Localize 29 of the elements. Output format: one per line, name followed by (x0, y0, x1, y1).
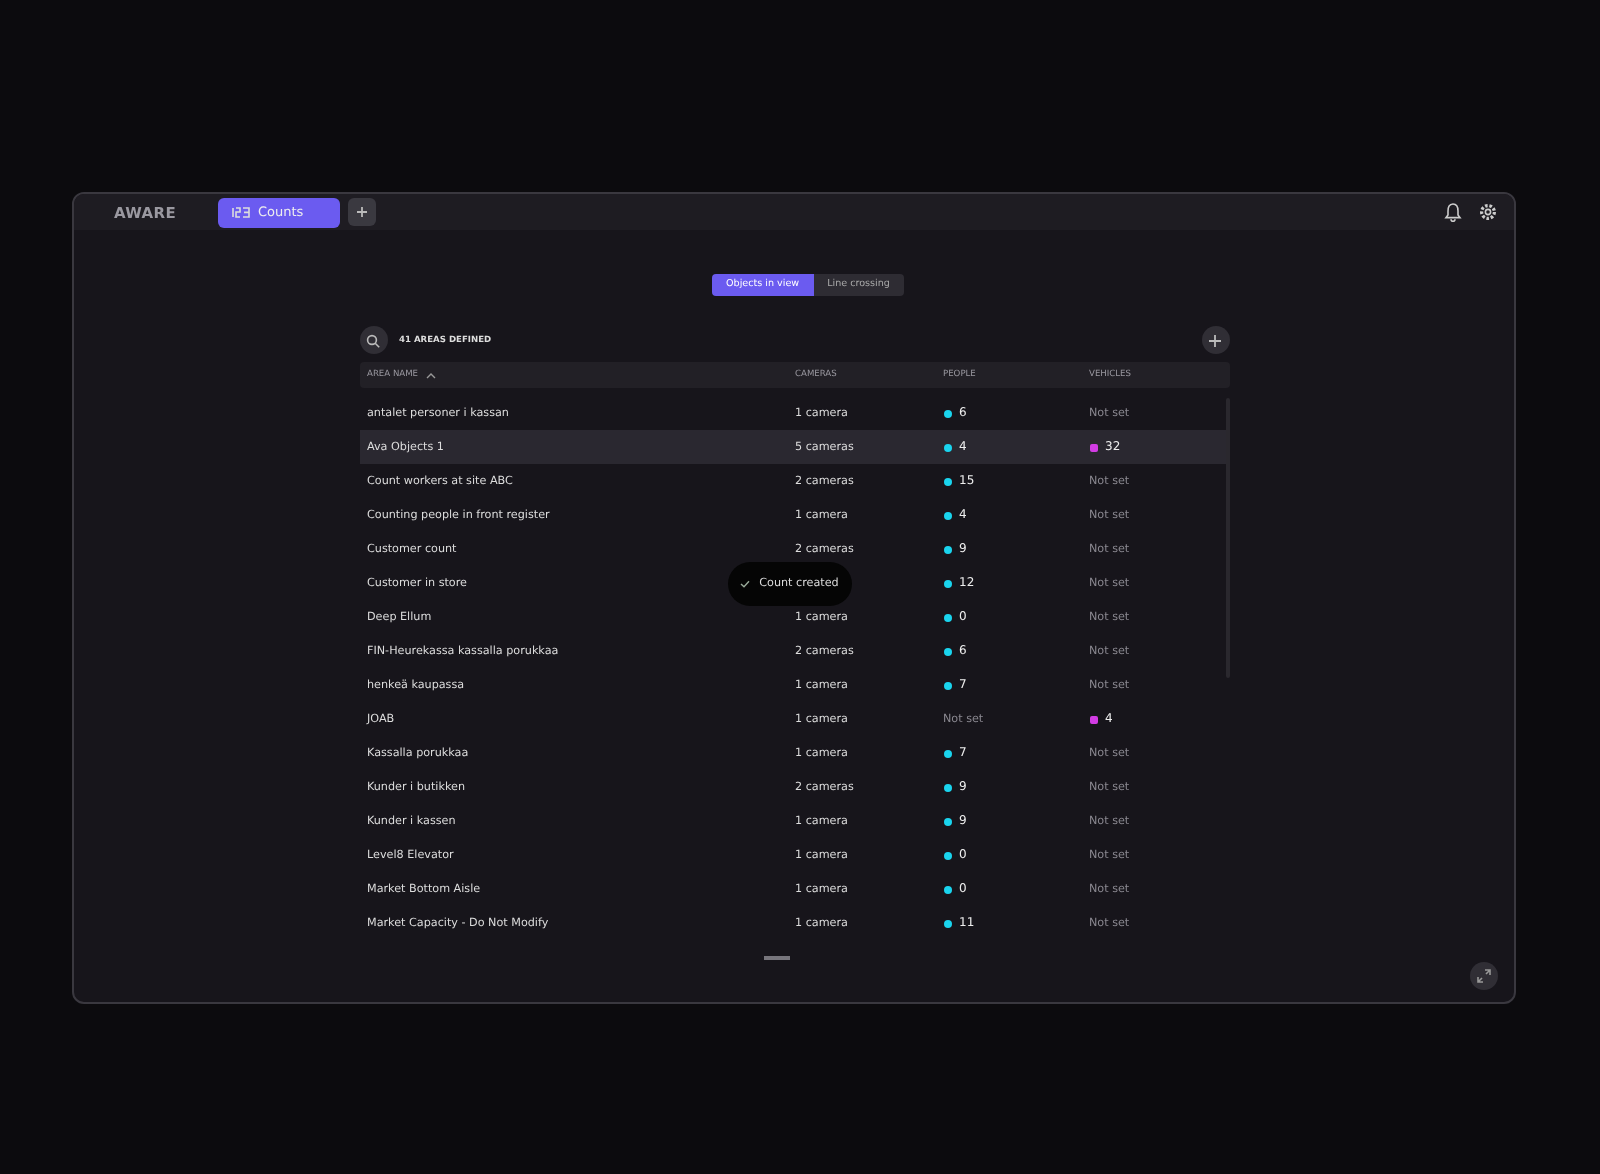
people-dot (943, 511, 951, 519)
expand-button[interactable] (1470, 962, 1498, 990)
people-dot (943, 919, 951, 927)
add-tab-button[interactable] (348, 198, 376, 226)
sort-ascending-icon[interactable] (426, 371, 437, 379)
people-dot (943, 647, 951, 655)
drag-handle[interactable] (763, 956, 789, 959)
people-dot (943, 443, 951, 451)
search-icon (366, 333, 380, 347)
counter-icon (232, 206, 250, 218)
plus-icon (1208, 333, 1222, 347)
people-dot (943, 817, 951, 825)
people-dot (943, 783, 951, 791)
notification-bell-icon[interactable] (1444, 202, 1462, 222)
people-dot (943, 477, 951, 485)
people-dot (943, 613, 951, 621)
expand-icon (1476, 968, 1492, 984)
people-dot (943, 545, 951, 553)
add-area-button[interactable] (1201, 326, 1229, 354)
search-button[interactable] (359, 326, 387, 354)
people-dot (943, 579, 951, 587)
settings-icon[interactable] (1478, 202, 1498, 222)
people-dot (943, 409, 951, 417)
plus-icon (356, 206, 368, 218)
people-dot (943, 885, 951, 893)
people-dot (943, 851, 951, 859)
people-dot (943, 749, 951, 757)
check-icon (739, 579, 750, 587)
people-dot (943, 681, 951, 689)
